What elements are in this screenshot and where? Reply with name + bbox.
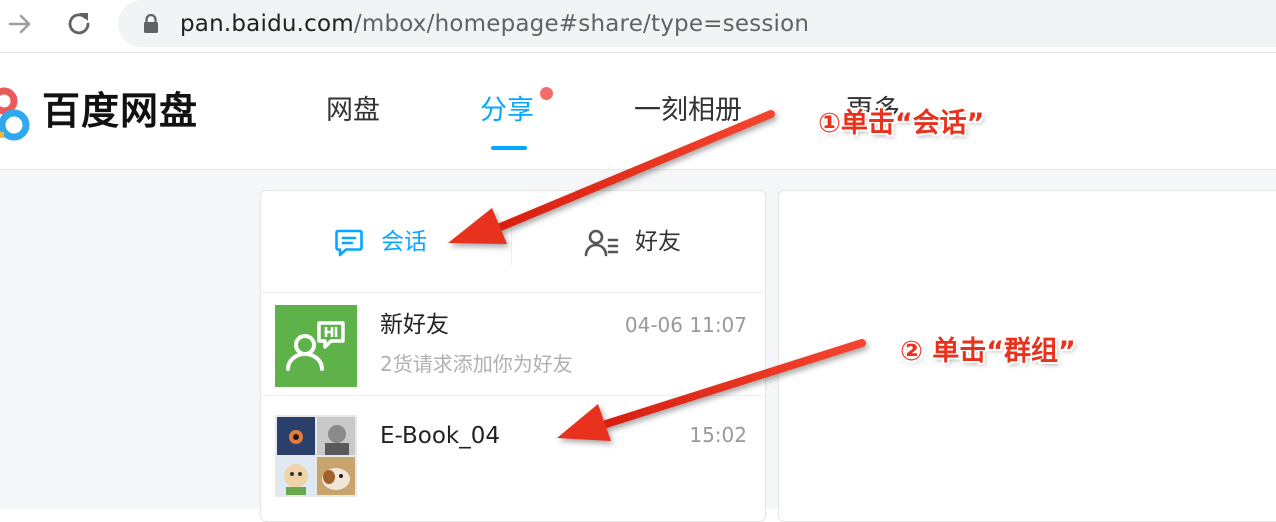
reload-icon[interactable] xyxy=(62,7,96,41)
url-text[interactable]: pan.baidu.com/mbox/homepage#share/type=s… xyxy=(180,10,809,38)
nav-netdisk[interactable]: 网盘 xyxy=(326,93,380,129)
forward-arrow-icon[interactable] xyxy=(4,8,36,40)
member-avatar xyxy=(277,417,315,455)
share-session-panel: 会话 好友 新好友 2货请求添加你为好友 04-06 11:07 E-Book_… xyxy=(260,190,766,522)
tab-divider xyxy=(511,229,512,265)
browser-toolbar: pan.baidu.com/mbox/homepage#share/type=s… xyxy=(0,0,1276,53)
tab-session-label: 会话 xyxy=(381,229,427,255)
site-header: 百度网盘 网盘 分享 一刻相册 更多 xyxy=(0,53,1276,170)
logo-text[interactable]: 百度网盘 xyxy=(42,86,198,136)
member-avatar xyxy=(277,457,315,495)
address-bar[interactable]: pan.baidu.com/mbox/homepage#share/type=s… xyxy=(118,0,1276,47)
conversation-new-friend[interactable]: 新好友 2货请求添加你为好友 04-06 11:07 xyxy=(261,295,765,396)
nav-album[interactable]: 一刻相册 xyxy=(634,93,742,129)
member-avatar xyxy=(317,417,355,455)
friends-list-icon xyxy=(584,229,619,257)
baidu-netdisk-logo-icon[interactable] xyxy=(0,83,32,145)
group-avatar xyxy=(275,415,357,497)
tab-friends-label: 好友 xyxy=(635,229,681,255)
lock-icon[interactable] xyxy=(142,14,160,34)
conversation-title: 新好友 xyxy=(380,312,449,338)
panel-tabs: 会话 好友 xyxy=(261,191,765,293)
new-friend-avatar xyxy=(275,305,357,387)
conversation-subtitle: 2货请求添加你为好友 xyxy=(380,352,573,376)
chat-icon xyxy=(335,229,363,257)
annotation-step-1: ①单击“会话” xyxy=(818,108,985,139)
conversation-time: 15:02 xyxy=(689,423,747,447)
notification-dot xyxy=(540,87,553,100)
conversation-group[interactable]: E-Book_04 15:02 xyxy=(261,405,765,505)
member-avatar xyxy=(317,457,355,495)
nav-share[interactable]: 分享 xyxy=(480,93,534,129)
conversation-time: 04-06 11:07 xyxy=(624,313,747,337)
annotation-step-2: ② 单击“群组” xyxy=(900,336,1076,367)
conversation-title: E-Book_04 xyxy=(380,423,501,449)
active-nav-underline xyxy=(491,146,527,150)
hi-person-icon xyxy=(286,321,345,371)
